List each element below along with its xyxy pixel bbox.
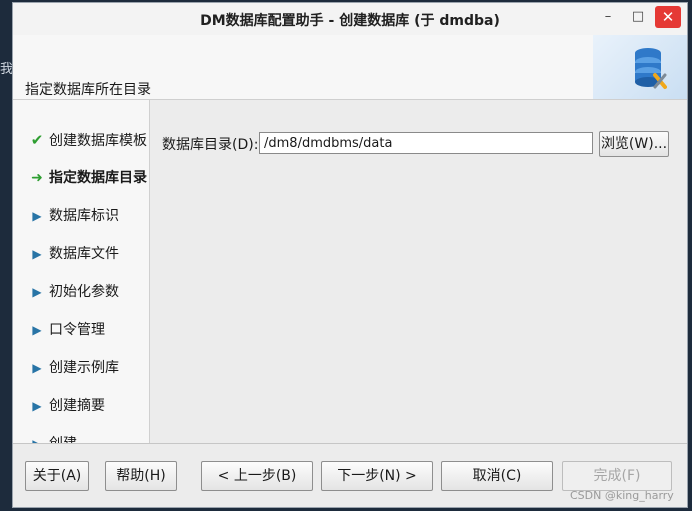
help-button[interactable]: 帮助(H) xyxy=(105,461,177,491)
nav-step-label: 创建示例库 xyxy=(49,360,119,376)
maximize-button[interactable]: □ xyxy=(625,6,651,28)
next-step-button[interactable]: 下一步(N) > xyxy=(321,461,433,491)
check-icon: ✔ xyxy=(30,131,44,149)
triangle-right-icon: ▶ xyxy=(32,285,42,299)
arrow-right-icon: ➜ xyxy=(31,170,43,186)
nav-step-sample-db: ▶ 创建示例库 xyxy=(27,356,119,380)
triangle-right-icon: ▶ xyxy=(32,247,42,261)
db-directory-input[interactable] xyxy=(259,132,593,154)
nav-step-password: ▶ 口令管理 xyxy=(27,318,105,342)
nav-step-create-template: ✔ 创建数据库模板 xyxy=(27,128,147,152)
nav-step-label: 数据库标识 xyxy=(49,208,119,224)
step-header-title: 指定数据库所在目录 xyxy=(25,82,151,98)
finish-button[interactable]: 完成(F) xyxy=(562,461,672,491)
nav-step-label: 创建数据库模板 xyxy=(49,133,147,149)
nav-step-label: 数据库文件 xyxy=(49,246,119,262)
title-bar[interactable]: DM数据库配置助手 - 创建数据库 (于 dmdba) – □ ✕ xyxy=(13,3,687,35)
prev-step-button[interactable]: < 上一步(B) xyxy=(201,461,313,491)
footer-divider xyxy=(13,443,687,444)
close-button[interactable]: ✕ xyxy=(655,6,681,28)
nav-step-db-directory: ➜ 指定数据库目录 xyxy=(27,166,147,190)
db-directory-label: 数据库目录(D): xyxy=(162,137,259,153)
nav-step-label: 指定数据库目录 xyxy=(49,170,147,186)
cancel-button[interactable]: 取消(C) xyxy=(441,461,553,491)
nav-step-init-params: ▶ 初始化参数 xyxy=(27,280,119,304)
config-assistant-window: DM数据库配置助手 - 创建数据库 (于 dmdba) – □ ✕ 指定数据库所… xyxy=(12,2,688,508)
triangle-right-icon: ▶ xyxy=(32,323,42,337)
nav-step-label: 口令管理 xyxy=(49,322,105,338)
desktop-text-fragment: 我 xyxy=(0,62,12,77)
watermark-text: CSDN @king_harry xyxy=(570,489,674,502)
minimize-button[interactable]: – xyxy=(595,6,621,28)
triangle-right-icon: ▶ xyxy=(32,209,42,223)
browse-button[interactable]: 浏览(W)... xyxy=(599,131,669,157)
nav-step-label: 初始化参数 xyxy=(49,284,119,300)
nav-step-summary: ▶ 创建摘要 xyxy=(27,394,105,418)
step-header: 指定数据库所在目录 xyxy=(13,35,687,100)
about-button[interactable]: 关于(A) xyxy=(25,461,89,491)
nav-step-db-identity: ▶ 数据库标识 xyxy=(27,204,119,228)
window-title: DM数据库配置助手 - 创建数据库 (于 dmdba) xyxy=(200,13,500,29)
nav-step-label: 创建摘要 xyxy=(49,398,105,414)
nav-step-db-files: ▶ 数据库文件 xyxy=(27,242,119,266)
wizard-steps-nav: ✔ 创建数据库模板 ➜ 指定数据库目录 ▶ 数据库标识 ▶ 数据库文件 ▶ 初始化参数 ▶… xyxy=(13,100,150,444)
triangle-right-icon: ▶ xyxy=(32,361,42,375)
database-settings-icon xyxy=(635,48,667,89)
triangle-right-icon: ▶ xyxy=(32,399,42,413)
